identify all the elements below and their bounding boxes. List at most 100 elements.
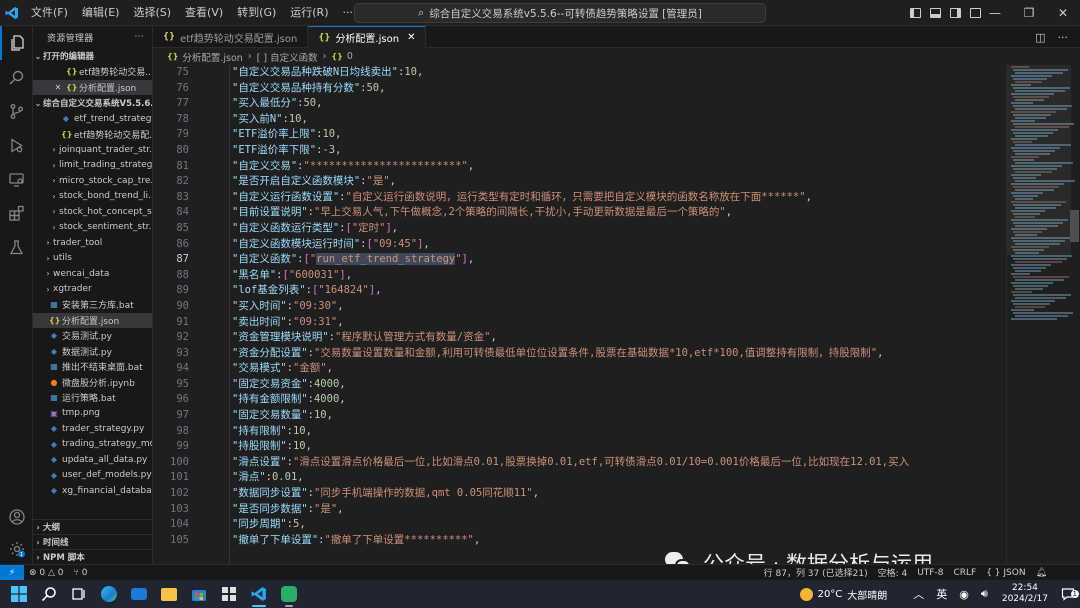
code-line[interactable]: "买入最低分":50,	[232, 96, 1002, 112]
line-ending[interactable]: CRLF	[948, 568, 981, 578]
code-line[interactable]: "自定义运行函数设置":"自定义运行函数说明，运行类型有定时和循环，只需要把自定…	[232, 190, 1002, 206]
open-editors-section[interactable]: ⌄ 打开的编辑器	[33, 48, 152, 64]
store-icon[interactable]	[184, 580, 214, 608]
indentation[interactable]: 空格: 4	[873, 566, 913, 579]
file-item[interactable]: ◆ 数据测试.py	[33, 344, 152, 360]
menu-item-0[interactable]: 文件(F)	[24, 0, 75, 26]
explorer-more-button[interactable]: ···	[135, 32, 144, 42]
code-line[interactable]: "买入时间":"09:30",	[232, 299, 1002, 315]
windows-start-icon[interactable]	[4, 580, 34, 608]
taskbar-search-icon[interactable]	[34, 580, 64, 608]
code-line[interactable]: "固定交易数量":10,	[232, 408, 1002, 424]
split-editor-icon[interactable]: ◫	[1035, 31, 1045, 44]
language-mode[interactable]: { } JSON	[981, 568, 1030, 578]
code-line[interactable]: "自定义交易":"************************",	[232, 159, 1002, 175]
folder-item[interactable]: › stock_bond_trend_li...	[33, 189, 152, 205]
ports-count[interactable]: ⑂ 0	[69, 568, 93, 578]
file-explorer-icon[interactable]	[154, 580, 184, 608]
search-view-icon[interactable]	[0, 60, 33, 94]
weather-widget[interactable]: 20°C 大部晴朗	[799, 587, 887, 602]
code-line[interactable]: "自定义交易品种持有分数":50,	[232, 81, 1002, 97]
file-item[interactable]: ▦ 推出不结束桌面.bat	[33, 359, 152, 375]
code-line[interactable]: "lof基金列表":["164824"],	[232, 283, 1002, 299]
minimap[interactable]	[1006, 65, 1080, 564]
task-view-icon[interactable]	[64, 580, 94, 608]
code-line[interactable]: "数据同步设置":"同步手机端操作的数据,qmt 0.05同花顺11",	[232, 486, 1002, 502]
network-icon[interactable]: ◉	[959, 588, 969, 601]
code-line[interactable]: "ETF溢价率上限":10,	[232, 127, 1002, 143]
code-line[interactable]: "黑名单":["600031"],	[232, 268, 1002, 284]
folder-item[interactable]: › micro_stock_cap_tre...	[33, 173, 152, 189]
code-line[interactable]: "滑点设置":"滑点设置滑点价格最后一位,比如滑点0.01,股票换掉0.01,e…	[232, 455, 1002, 471]
run-debug-icon[interactable]	[0, 128, 33, 162]
code-line[interactable]: "目前设置说明":"早上交易人气,下午做概念,2个策略的间隔长,干扰小,手动更新…	[232, 205, 1002, 221]
breadcrumb-symbol[interactable]: [ ] 自定义函数	[257, 50, 318, 64]
file-item[interactable]: ◆ trader_strategy.py	[33, 421, 152, 437]
code-line[interactable]: "资金分配设置":"交易数量设置数量和金额,利用可转债最低单位位设置条件,股票在…	[232, 346, 1002, 362]
file-item[interactable]: ▦ 运行策略.bat	[33, 390, 152, 406]
more-actions-icon[interactable]: ···	[1058, 31, 1069, 44]
close-icon[interactable]: ✕	[53, 83, 63, 92]
minimize-button[interactable]: —	[978, 0, 1012, 26]
explorer-icon[interactable]	[0, 26, 33, 60]
hidden-icons-chevron-icon[interactable]: ︿	[913, 586, 924, 602]
notifications-bell-icon[interactable]: 🔔︎	[1031, 568, 1052, 578]
close-window-button[interactable]: ✕	[1046, 0, 1080, 26]
cursor-position[interactable]: 行 87，列 37 (已选择21)	[759, 566, 873, 579]
folder-item[interactable]: › joinquant_trader_str...	[33, 142, 152, 158]
manage-gear-icon[interactable]: 1	[0, 532, 33, 566]
folder-item[interactable]: › limit_trading_strategy	[33, 158, 152, 174]
open-editor-item[interactable]: {} etf趋势轮动交易...	[33, 64, 152, 80]
folder-item[interactable]: › stock_hot_concept_s...	[33, 204, 152, 220]
edge-browser-icon[interactable]	[94, 580, 124, 608]
file-item[interactable]: ◆ user_def_models.py	[33, 468, 152, 484]
folder-item[interactable]: › stock_sentiment_str...	[33, 220, 152, 236]
code-line[interactable]: "是否开启自定义函数模块":"是",	[232, 174, 1002, 190]
code-line[interactable]: "同步周期":5,	[232, 517, 1002, 533]
wechat-taskbar-icon[interactable]	[274, 580, 304, 608]
file-item[interactable]: ● 微盘股分析.ipynb	[33, 375, 152, 391]
tab-etf-config[interactable]: {} etf趋势轮动交易配置.json	[153, 26, 309, 48]
notification-center-icon[interactable]: 1	[1056, 587, 1080, 601]
workspace-section[interactable]: ⌄ 综合自定义交易系统V5.5.6...	[33, 95, 152, 111]
vscode-taskbar-icon[interactable]	[244, 580, 274, 608]
folder-item[interactable]: › utils	[33, 251, 152, 267]
code-line[interactable]: "滑点":0.01,	[232, 470, 1002, 486]
clock[interactable]: 22:54 2024/2/17	[1002, 583, 1048, 605]
code-line[interactable]: "交易模式":"金额",	[232, 361, 1002, 377]
file-item[interactable]: ◆ updata_all_data.py	[33, 452, 152, 468]
code-line[interactable]: "是否同步数据":"是",	[232, 502, 1002, 518]
problems-count[interactable]: ⊗ 0 △ 0	[24, 568, 69, 578]
toggle-panel-icon[interactable]	[930, 8, 941, 18]
accounts-icon[interactable]	[0, 500, 33, 534]
file-item[interactable]: ◆ etf_trend_strategy....	[33, 111, 152, 127]
code-line[interactable]: "买入前N":10,	[232, 112, 1002, 128]
code-editor[interactable]: 75 76 77 78 79 80 81 82 83 84 85 86 87 88 89 90 91 92 93 94…	[153, 65, 1006, 564]
breadcrumb-index[interactable]: 0	[347, 51, 353, 62]
menu-item-3[interactable]: 查看(V)	[178, 0, 230, 26]
section-0[interactable]: › 大纲	[33, 519, 152, 534]
code-line[interactable]: "卖出时间":"09:31",	[232, 315, 1002, 331]
mail-icon[interactable]	[124, 580, 154, 608]
code-line[interactable]: "自定义函数模块运行时间":["09:45"],	[232, 237, 1002, 253]
vertical-scrollbar-thumb[interactable]	[1070, 210, 1079, 242]
section-1[interactable]: › 时间线	[33, 534, 152, 549]
testing-flask-icon[interactable]	[0, 230, 33, 264]
remote-indicator[interactable]: ⚡	[0, 564, 24, 581]
code-line[interactable]: "自定义交易品种跌破N日均线卖出":10,	[232, 65, 1002, 81]
code-line[interactable]: "持股限制":10,	[232, 439, 1002, 455]
encoding[interactable]: UTF-8	[912, 568, 948, 578]
volume-icon[interactable]: 🔊︎	[981, 587, 988, 601]
code-line[interactable]: "持有限制":10,	[232, 424, 1002, 440]
app-grid-icon[interactable]	[214, 580, 244, 608]
file-item[interactable]: ◆ trading_strategy_mod...	[33, 437, 152, 453]
breadcrumb-file[interactable]: 分析配置.json	[182, 50, 242, 64]
folder-item[interactable]: › wencai_data	[33, 266, 152, 282]
section-2[interactable]: › NPM 脚本	[33, 549, 152, 564]
folder-item[interactable]: › xgtrader	[33, 282, 152, 298]
remote-explorer-icon[interactable]	[0, 162, 33, 196]
code-line[interactable]: "持有金额限制":4000,	[232, 392, 1002, 408]
tab-analysis-config[interactable]: {} 分析配置.json ✕	[308, 26, 427, 48]
toggle-primary-sidebar-icon[interactable]	[910, 8, 921, 18]
file-item[interactable]: ▦ 安装第三方库.bat	[33, 297, 152, 313]
